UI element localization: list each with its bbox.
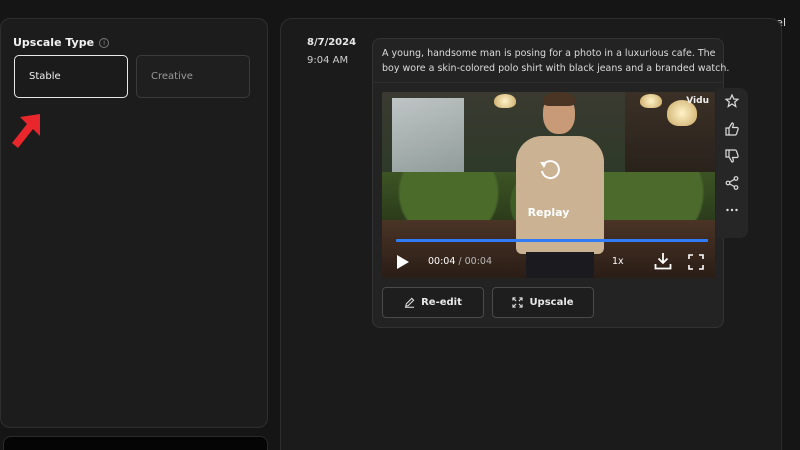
info-icon[interactable]: i	[99, 37, 110, 48]
replay-label[interactable]: Replay	[382, 206, 715, 219]
fullscreen-icon[interactable]	[688, 254, 704, 270]
replay-icon[interactable]	[538, 158, 562, 182]
option-stable[interactable]: Stable	[14, 55, 128, 98]
vidu-watermark: Vidu	[686, 96, 709, 106]
polo-shirt	[516, 136, 604, 254]
message-date: 8/7/2024	[307, 37, 357, 48]
re-edit-button[interactable]: Re-edit	[382, 287, 484, 318]
playback-speed-button[interactable]: 1x	[612, 256, 624, 267]
thumbs-down-icon[interactable]	[725, 149, 739, 163]
timecode: 00:04 / 00:04	[428, 256, 492, 267]
video-controls: 00:04 / 00:04 1x	[382, 248, 715, 278]
red-arrow-annotation	[12, 114, 40, 148]
option-stable-label: Stable	[29, 71, 61, 82]
upscale-type-heading: Upscale Type i	[13, 36, 110, 49]
upscale-type-label: Upscale Type	[13, 36, 95, 49]
side-actions-bar	[716, 88, 748, 238]
message-time: 9:04 AM	[307, 55, 349, 66]
upscale-label: Upscale	[529, 297, 574, 308]
duration: 00:04	[464, 256, 493, 267]
hair	[543, 92, 575, 106]
star-icon[interactable]	[725, 94, 739, 108]
thumbs-up-icon[interactable]	[725, 122, 739, 136]
option-creative-label: Creative	[151, 71, 193, 82]
re-edit-label: Re-edit	[421, 297, 462, 308]
pencil-icon	[405, 297, 415, 308]
time-separator: /	[455, 256, 465, 267]
video-player[interactable]: Replay Vidu 00:04 / 00:04 1x	[382, 92, 715, 278]
bottom-action-bar[interactable]	[3, 436, 268, 450]
option-creative[interactable]: Creative	[136, 55, 250, 98]
lamp-light	[640, 94, 662, 108]
share-icon[interactable]	[725, 176, 739, 190]
download-icon[interactable]	[654, 252, 672, 270]
card-divider	[372, 82, 724, 83]
progress-bar[interactable]	[396, 239, 708, 242]
more-icon[interactable]	[725, 203, 739, 217]
expand-icon	[512, 297, 524, 308]
upscale-button[interactable]: Upscale	[492, 287, 594, 318]
current-time: 00:04	[428, 256, 456, 267]
play-icon[interactable]	[396, 254, 410, 270]
prompt-text[interactable]: A young, handsome man is posing for a ph…	[382, 46, 734, 76]
progress-bar-fill	[396, 239, 708, 242]
